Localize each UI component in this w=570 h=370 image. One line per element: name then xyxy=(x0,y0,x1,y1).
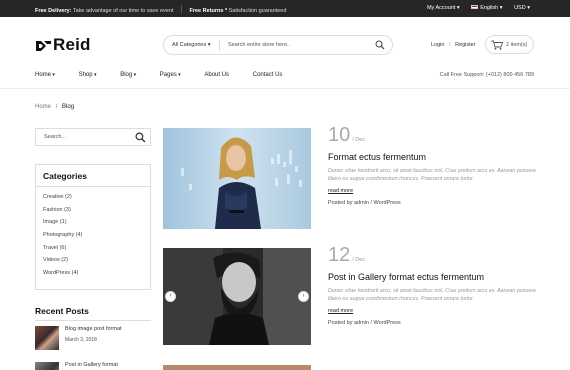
post-excerpt: Donec vitae hendrerit arcu, sit amet fau… xyxy=(328,288,536,302)
post-byline: Posted by admin / WordPress xyxy=(328,320,401,326)
category-item[interactable]: Videos (2) xyxy=(43,256,150,269)
breadcrumb: Home / Blog xyxy=(35,104,74,110)
category-item[interactable]: Travel (6) xyxy=(43,244,150,257)
top-bar: Free Delivery: Take advantage of our tim… xyxy=(0,0,570,17)
read-more-link[interactable]: read more xyxy=(328,308,538,314)
promo-strip: Free Delivery: Take advantage of our tim… xyxy=(35,5,286,14)
nav-home[interactable]: Home xyxy=(35,72,55,78)
post-photo-man xyxy=(163,248,311,345)
delivery-text: Take advantage of our time to save event xyxy=(72,8,174,14)
login-link[interactable]: Login xyxy=(431,42,444,48)
search-divider xyxy=(219,40,220,51)
support-phone: Call Free Support: (+012) 800 456 789 xyxy=(439,72,534,78)
post-title[interactable]: Format ectus fermentum xyxy=(328,152,538,162)
currency-label: USD xyxy=(514,5,526,11)
categories-title: Categories xyxy=(36,165,150,187)
site-logo[interactable]: Reid xyxy=(35,35,91,55)
category-item[interactable]: WordPress (4) xyxy=(43,269,150,282)
post-gallery[interactable]: ‹ › xyxy=(163,248,311,345)
nav-contact[interactable]: Contact Us xyxy=(253,72,283,78)
blog-post: 10/ Dec Format ectus fermentum Donec vit… xyxy=(328,124,538,206)
recent-post-title[interactable]: Post in Gallery format xyxy=(65,362,118,368)
post-date: 10/ Dec xyxy=(328,124,538,147)
category-item[interactable]: Fashion (3) xyxy=(43,206,150,219)
recent-posts-title: Recent Posts xyxy=(35,306,89,316)
post-day: 10 xyxy=(328,124,351,146)
post-month: / Dec xyxy=(352,137,366,143)
returns-text: Satisfaction guaranteed xyxy=(228,8,287,14)
sidebar-search: Search... xyxy=(35,128,151,146)
nav-divider xyxy=(0,88,570,89)
cart-count: 2 item(s) xyxy=(506,42,528,48)
search-icon[interactable] xyxy=(375,40,385,52)
currency-dropdown[interactable]: USD ▾ xyxy=(514,5,530,11)
recent-post-title[interactable]: Blog image post format xyxy=(65,326,122,332)
category-item[interactable]: Image (1) xyxy=(43,218,150,231)
account-links: Login / Register xyxy=(431,42,476,48)
search-icon[interactable] xyxy=(135,132,146,145)
post-image[interactable] xyxy=(163,128,311,229)
breadcrumb-current: Blog xyxy=(62,104,75,110)
post-byline: Posted by admin / WordPress xyxy=(328,200,401,206)
post-excerpt: Donec vitae hendrerit arcu, sit amet fau… xyxy=(328,168,536,182)
account-label: My Account xyxy=(426,5,456,11)
post-month: / Dec xyxy=(352,257,366,263)
top-bar-menus: My Account ▾ English ▾ USD ▾ xyxy=(417,5,530,11)
categories-widget: Categories Creative (2) Fashion (3) Imag… xyxy=(35,164,151,290)
header-search: All Categories ▾ Search entire store her… xyxy=(163,35,393,55)
breadcrumb-home[interactable]: Home xyxy=(35,104,51,110)
recent-post-date: March 3, 2018 xyxy=(65,337,97,343)
logo-text: Reid xyxy=(53,35,91,54)
post-photo-woman xyxy=(163,128,311,229)
divider xyxy=(180,5,182,13)
category-item[interactable]: Photography (4) xyxy=(43,231,150,244)
nav-blog[interactable]: Blog xyxy=(120,72,136,78)
breadcrumb-separator: / xyxy=(55,104,58,110)
main-nav: Home Shop Blog Pages About Us Contact Us xyxy=(35,72,304,78)
cart-button[interactable]: 2 item(s) xyxy=(485,35,534,54)
nav-about[interactable]: About Us xyxy=(204,72,229,78)
link-separator: / xyxy=(449,42,451,48)
language-dropdown[interactable]: English ▾ xyxy=(471,5,503,11)
nav-pages[interactable]: Pages xyxy=(160,72,181,78)
account-dropdown[interactable]: My Account ▾ xyxy=(427,5,460,11)
logo-mark-icon xyxy=(36,41,51,51)
sidebar-search-input[interactable]: Search... xyxy=(44,134,66,140)
register-link[interactable]: Register xyxy=(455,42,475,48)
nav-shop[interactable]: Shop xyxy=(79,72,97,78)
category-item[interactable]: Creative (2) xyxy=(43,193,150,206)
read-more-link[interactable]: read more xyxy=(328,188,538,194)
post-title[interactable]: Post in Gallery format ectus fermentum xyxy=(328,272,538,282)
chevron-left-icon[interactable]: ‹ xyxy=(165,291,176,302)
blog-post: 12/ Dec Post in Gallery format ectus fer… xyxy=(328,244,538,326)
delivery-label: Free Delivery: xyxy=(35,8,72,14)
category-label: All Categories xyxy=(172,42,207,48)
chevron-right-icon[interactable]: › xyxy=(298,291,309,302)
flag-icon xyxy=(471,5,479,9)
post-date: 12/ Dec xyxy=(328,244,538,267)
language-label: English xyxy=(480,5,499,11)
categories-list: Creative (2) Fashion (3) Image (1) Photo… xyxy=(36,187,150,282)
recent-post-thumbnail[interactable] xyxy=(35,362,59,370)
post-day: 12 xyxy=(328,244,351,266)
search-category-select[interactable]: All Categories ▾ xyxy=(172,42,211,48)
post-image[interactable] xyxy=(163,365,311,370)
recent-posts-divider xyxy=(35,320,151,321)
returns-label: Free Returns * xyxy=(189,8,228,14)
search-input[interactable]: Search entire store here.. xyxy=(228,42,290,48)
cart-icon xyxy=(491,40,504,52)
recent-post-thumbnail[interactable] xyxy=(35,326,59,350)
